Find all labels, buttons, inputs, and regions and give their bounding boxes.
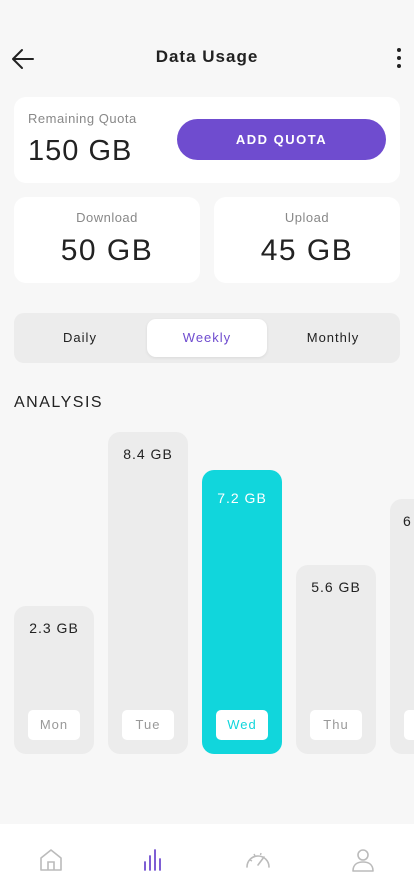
download-label: Download [76, 210, 138, 225]
tab-monthly[interactable]: Monthly [273, 319, 393, 357]
add-quota-button[interactable]: ADD QUOTA [177, 119, 386, 160]
upload-label: Upload [284, 210, 330, 225]
usage-bar-wed[interactable]: 7.2 GB Wed [202, 470, 282, 754]
tab-daily[interactable]: Daily [20, 319, 140, 357]
bar-value-label: 7.2 GB [217, 490, 267, 506]
usage-bar-thu[interactable]: 5.6 GB Thu [296, 565, 376, 754]
usage-bar-fri[interactable]: 6 [390, 499, 414, 754]
tab-weekly[interactable]: Weekly [147, 319, 267, 357]
download-card: Download 50 GB [14, 197, 200, 283]
analysis-heading: ANALYSIS [14, 394, 104, 411]
bar-day-label: Mon [28, 710, 80, 740]
more-options-icon[interactable] [392, 46, 406, 70]
page-title: Data Usage [155, 47, 259, 66]
bar-day-label: Tue [122, 710, 174, 740]
home-icon[interactable] [37, 846, 65, 874]
speedometer-icon[interactable] [244, 846, 272, 874]
user-icon[interactable] [349, 846, 377, 874]
bar-day-label: Wed [216, 710, 268, 740]
upload-card: Upload 45 GB [214, 197, 400, 283]
bar-day-chip [404, 710, 414, 740]
download-value: 50 GB [60, 234, 154, 267]
usage-bar-mon[interactable]: 2.3 GB Mon [14, 606, 94, 754]
bar-value-label: 8.4 GB [123, 446, 173, 462]
bar-value-label: 2.3 GB [29, 620, 79, 636]
period-tabs: Daily Weekly Monthly [14, 313, 400, 363]
remaining-quota-card: Remaining Quota 150 GB ADD QUOTA [14, 97, 400, 183]
bar-value-label: 5.6 GB [311, 579, 361, 595]
chart-icon[interactable] [139, 846, 167, 874]
upload-value: 45 GB [260, 234, 354, 267]
bar-value-label: 6 [403, 513, 412, 529]
bar-day-label: Thu [310, 710, 362, 740]
remaining-quota-value: 150 GB [28, 135, 133, 167]
remaining-quota-label: Remaining Quota [28, 111, 137, 126]
usage-bar-tue[interactable]: 8.4 GB Tue [108, 432, 188, 754]
bottom-navigation [0, 824, 414, 896]
